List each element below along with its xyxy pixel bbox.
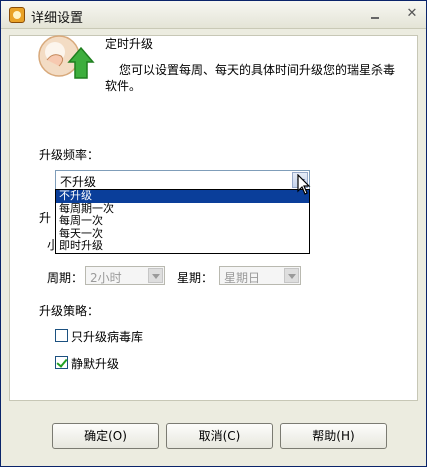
app-icon — [9, 7, 25, 23]
window-title: 详细设置 — [31, 11, 84, 26]
obscured-label: 升 — [39, 211, 52, 225]
dropdown-option[interactable]: 不升级 — [56, 189, 309, 203]
period-select[interactable]: 2小时 — [85, 266, 165, 285]
virus-db-only-checkbox[interactable] — [55, 329, 68, 342]
period-value: 2小时 — [90, 271, 122, 285]
title-bar[interactable]: 详细设置 ✕ — [1, 1, 426, 29]
chevron-down-icon[interactable] — [148, 268, 163, 283]
close-button[interactable]: ✕ — [404, 7, 420, 21]
chevron-down-icon[interactable] — [284, 268, 299, 283]
update-globe-icon — [38, 35, 95, 79]
frequency-dropdown[interactable]: 不升级 每周期一次 每周一次 每天一次 即时升级 — [55, 189, 310, 254]
frequency-label: 升级频率： — [39, 148, 100, 162]
ok-button[interactable]: 确定(O) — [52, 423, 159, 449]
minimize-button[interactable] — [367, 7, 383, 21]
weekday-label: 星期： — [177, 271, 214, 285]
weekday-select[interactable]: 星期日 — [219, 266, 301, 285]
strategy-label: 升级策略： — [39, 304, 100, 318]
frequency-value: 不升级 — [60, 175, 97, 189]
section-heading: 定时升级 — [105, 37, 154, 51]
dropdown-option[interactable]: 每周一次 — [56, 215, 309, 228]
help-button[interactable]: 帮助(H) — [280, 423, 387, 449]
period-label: 周期： — [47, 271, 84, 285]
mouse-cursor-icon — [297, 174, 311, 195]
silent-upgrade-checkbox[interactable] — [55, 356, 68, 369]
dropdown-option[interactable]: 即时升级 — [56, 240, 309, 253]
settings-window: 详细设置 ✕ 定时升级 您可以设置每周、每天的具体时间升级您的瑞星杀毒软件。 升… — [0, 0, 427, 467]
virus-db-only-label: 只升级病毒库 — [71, 330, 144, 344]
description-text: 您可以设置每周、每天的具体时间升级您的瑞星杀毒软件。 — [105, 63, 396, 93]
cancel-button[interactable]: 取消(C) — [166, 423, 273, 449]
weekday-value: 星期日 — [224, 271, 261, 285]
frequency-combobox[interactable]: 不升级 — [55, 170, 310, 190]
silent-upgrade-label: 静默升级 — [71, 357, 120, 371]
